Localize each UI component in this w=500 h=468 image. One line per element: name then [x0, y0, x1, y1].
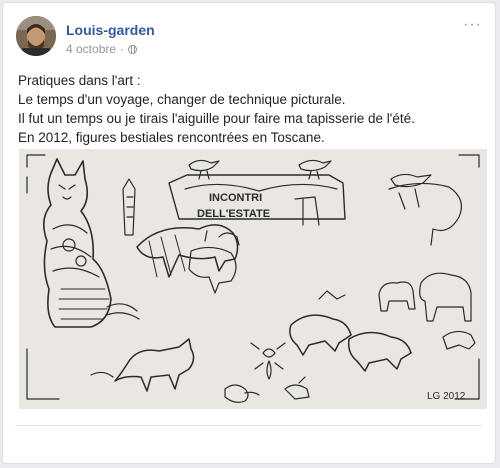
meta-separator: · [120, 42, 125, 56]
post-text-line: Le temps d'un voyage, changer de techniq… [18, 92, 346, 107]
artist-signature: LG 2012 [427, 391, 466, 402]
banner-text-2: DELL'ESTATE [197, 208, 270, 220]
post-header: Louis-garden 4 octobre · ··· [16, 16, 486, 64]
globe-icon[interactable] [128, 44, 138, 54]
embroidery-illustration: INCONTRI DELL'ESTATE LG 2012 [19, 149, 487, 409]
post-meta: 4 octobre · [66, 42, 138, 56]
more-options-icon[interactable]: ··· [463, 17, 482, 33]
avatar[interactable] [16, 16, 56, 56]
post-photo[interactable]: INCONTRI DELL'ESTATE LG 2012 [19, 149, 487, 409]
post-text-line: Il fut un temps ou je tirais l'aiguille … [18, 111, 415, 126]
post-text-line: En 2012, figures bestiales rencontrées e… [18, 130, 325, 145]
banner-text-1: INCONTRI [209, 192, 262, 204]
author-name[interactable]: Louis-garden [66, 22, 155, 38]
post-text-line: Pratiques dans l'art : [18, 73, 141, 88]
footer-divider [15, 425, 483, 426]
post-card: Louis-garden 4 octobre · ··· Pratiques d… [2, 2, 496, 464]
avatar-image [16, 16, 56, 56]
post-text: Pratiques dans l'art : Le temps d'un voy… [18, 71, 488, 147]
post-date[interactable]: 4 octobre [66, 42, 116, 56]
